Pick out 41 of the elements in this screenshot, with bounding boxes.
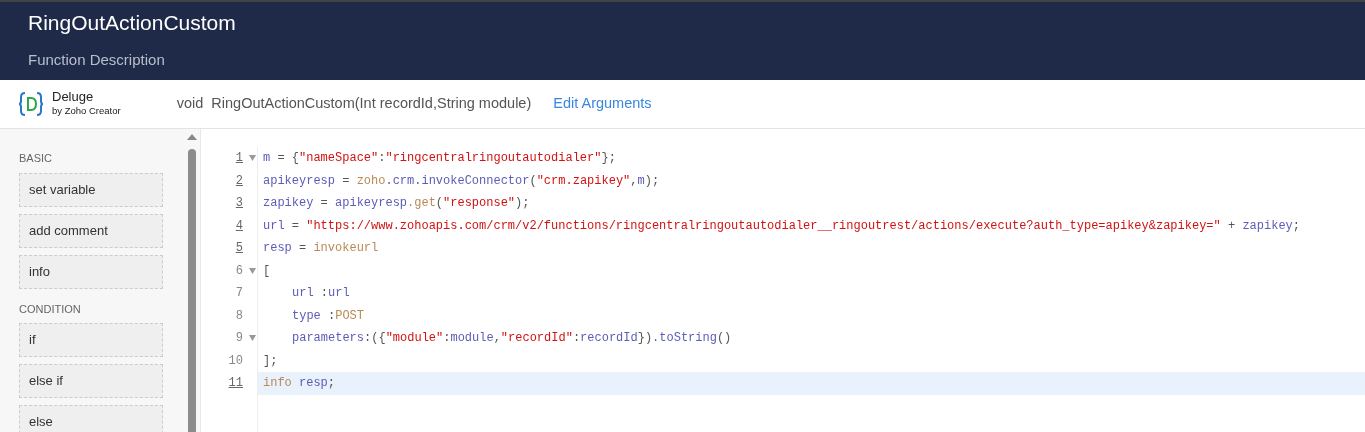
code-line: url = "https://www.zohoapis.com/crm/v2/functions/ringcentralringoutautodialer__ringoutrest/actions/execute?auth_type=apikey&zapikey=" + zapikey; — [262, 217, 1301, 235]
code-line: [ — [262, 262, 272, 280]
scroll-up-icon[interactable] — [187, 133, 197, 140]
code-line: parameters:({"module":module,"recordId":recordId}).toString() — [291, 330, 733, 347]
fold-icon[interactable] — [249, 267, 256, 274]
statement-block[interactable]: info — [19, 254, 163, 289]
line-number: 3 — [234, 195, 243, 212]
bracket-logo-icon — [18, 90, 44, 118]
line-number: 5 — [234, 240, 243, 257]
line-number: 6 — [234, 262, 243, 280]
statement-block[interactable]: add comment — [19, 213, 163, 248]
logo-subtitle: by Zoho Creator — [52, 104, 121, 119]
code-line: url :url — [291, 285, 351, 302]
logo-name: Deluge — [52, 89, 95, 105]
page-title: RingOutActionCustom — [28, 10, 236, 36]
section-heading: BASIC — [19, 151, 52, 166]
fold-icon[interactable] — [249, 155, 256, 161]
statement-block[interactable]: else — [19, 405, 163, 432]
scrollbar-thumb[interactable] — [188, 149, 196, 432]
fold-icon[interactable] — [249, 335, 256, 341]
line-number: 4 — [234, 217, 243, 235]
line-number: 11 — [227, 375, 243, 392]
line-number: 9 — [234, 330, 243, 347]
code-line: type :POST — [291, 307, 366, 325]
statement-block[interactable]: else if — [19, 364, 163, 398]
line-number: 7 — [234, 285, 243, 302]
code-line: apikeyresp = zoho.crm.invokeConnector("crm.zapikey",m); — [262, 172, 661, 190]
line-number: 1 — [234, 150, 243, 167]
code-line: resp = invokeurl — [262, 240, 380, 257]
line-number: 2 — [234, 172, 243, 190]
code-line: ]; — [262, 352, 279, 370]
section-heading: CONDITION — [19, 301, 81, 317]
function-description: Function Description — [28, 50, 165, 70]
function-signature: void RingOutActionCustom(Int recordId,String module) — [176, 94, 532, 114]
edit-arguments-link[interactable]: Edit Arguments — [553, 93, 652, 115]
code-line: m = {"nameSpace":"ringcentralringoutautodialer"}; — [262, 150, 617, 167]
line-number: 8 — [234, 307, 243, 325]
line-number: 10 — [227, 352, 243, 370]
statement-block[interactable]: if — [19, 323, 163, 357]
code-line: zapikey = apikeyresp.get("response"); — [262, 195, 531, 212]
statement-block[interactable]: set variable — [19, 172, 163, 207]
